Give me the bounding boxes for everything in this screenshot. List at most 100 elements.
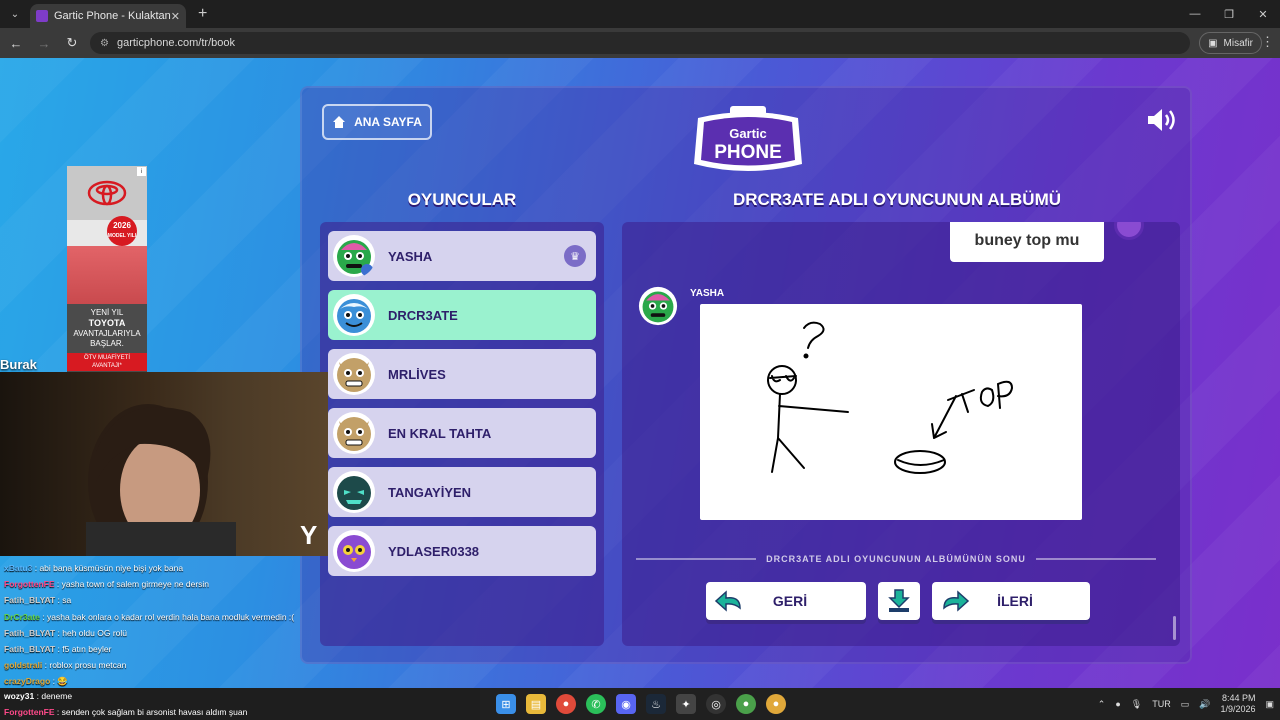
reload-button[interactable]: ↻ [60, 31, 84, 55]
player-row-drcr3ate[interactable]: DRCR3ATE [328, 290, 596, 340]
chat-user: xBatu3 [4, 563, 33, 573]
file-explorer-icon[interactable]: ▤ [526, 694, 546, 714]
player-row-ydlaser0338[interactable]: YDLASER0338 [328, 526, 596, 576]
obs-icon[interactable]: ◎ [706, 694, 726, 714]
chat-text: heh oldu OG rolü [62, 627, 127, 638]
windows-taskbar: ⊞ ▤ ● ✆ ◉ ♨ ✦ ◎ ● ● ⌃ ● 🎙 TUR ▭ 🔊 8:44 P… [480, 688, 1280, 720]
tab-search-button[interactable]: ⌄ [6, 5, 24, 23]
next-album-button[interactable]: İLERİ [932, 582, 1090, 620]
chat-text: senden çok sağlam bi arsonist havası ald… [61, 707, 248, 717]
taskbar-apps: ⊞ ▤ ● ✆ ◉ ♨ ✦ ◎ ● ● [496, 694, 786, 714]
ad-small-text: ÖTV MUAFİYETİ AVANTAJI* [67, 353, 147, 371]
whatsapp-icon[interactable]: ✆ [586, 694, 606, 714]
badge-year: 2026 [113, 221, 131, 230]
chat-message: ForgottenFE : yasha town of salem girmey… [4, 579, 210, 590]
back-album-button[interactable]: GERİ [706, 582, 866, 620]
chat-user: wozy31 [4, 691, 35, 701]
crown-icon: ♛ [564, 245, 586, 267]
profile-button[interactable]: ▣ Misafir [1199, 32, 1262, 54]
chat-message: xBatu3 : abi bana küsmüsün niye bişi yok… [4, 563, 184, 573]
download-icon [888, 589, 910, 612]
profile-label: Misafir [1223, 37, 1253, 49]
player-row-en-kral-tahta[interactable]: EN KRAL TAHTA [328, 408, 596, 458]
player-name: DRCR3ATE [388, 307, 458, 323]
album-panel[interactable]: buney top mu YASHA DRCR3ATE ADLI OYUNCUN… [622, 222, 1180, 646]
language-indicator[interactable]: TUR [1152, 699, 1171, 709]
notification-icon[interactable]: ▣ [1265, 699, 1274, 710]
address-bar[interactable]: ⚙ garticphone.com/tr/book [90, 32, 1190, 54]
chat-user: ForgottenFE [4, 707, 55, 717]
volume-icon[interactable]: 🔊 [1199, 699, 1210, 710]
minimize-button[interactable]: — [1178, 0, 1212, 28]
chat-text: f5 atın beyler [62, 644, 112, 655]
chat-text: roblox prosu metcan [49, 660, 127, 671]
logo-top-text: Gartic [729, 126, 767, 141]
next-album-label: İLERİ [997, 593, 1033, 609]
site-info-icon[interactable]: ⚙ [100, 38, 109, 49]
player-name: YASHA [388, 248, 433, 264]
ad-line4: BAŞLAR. [90, 339, 124, 348]
download-button[interactable] [878, 582, 920, 620]
toyota-ad[interactable]: 2026 MODEL YILI YENİ YIL TOYOTA AVANTAJLA… [67, 166, 147, 372]
player-row-yasha[interactable]: YASHA ♛ [328, 231, 596, 281]
forward-button[interactable]: → [32, 31, 56, 55]
chat-message: goldstrali : roblox prosu metcan [4, 660, 127, 671]
player-name: YDLASER0338 [388, 543, 480, 559]
toyota-logo-icon [67, 166, 147, 220]
player-avatar [333, 294, 375, 336]
start-icon[interactable]: ⊞ [496, 694, 516, 714]
players-list: YASHA ♛ DRCR3ATE MRLİVES EN KRAL TAHTA T… [320, 222, 604, 646]
new-tab-button[interactable]: + [198, 5, 207, 23]
tray-overflow-icon[interactable]: ⌃ [1098, 699, 1106, 710]
chrome-active-icon[interactable]: ● [766, 694, 786, 714]
player-avatar [333, 353, 375, 395]
model-year-badge: 2026 MODEL YILI [107, 216, 137, 246]
app-icon[interactable]: ✦ [676, 694, 696, 714]
restore-button[interactable]: ❐ [1212, 0, 1246, 28]
steam-icon[interactable]: ♨ [646, 694, 666, 714]
browser-tab-bar: ⌄ Gartic Phone - Kulaktan Kulağa ✕ + — ❐… [0, 0, 1280, 28]
badge-sub: MODEL YILI [107, 233, 137, 239]
ad-info-icon[interactable]: i [137, 167, 146, 176]
window-controls: — ❐ ✕ [1178, 0, 1280, 28]
clock[interactable]: 8:44 PM 1/9/2026 [1220, 693, 1255, 715]
next-arrow-icon [943, 590, 970, 612]
stream-chat-bottom: wozy31 : deneme ForgottenFE : senden çok… [0, 688, 480, 720]
chat-text: yasha bak onlara o kadar rol verdin hala… [47, 611, 295, 622]
discord-icon[interactable]: ◉ [616, 694, 636, 714]
guesser-avatar [1114, 222, 1144, 240]
chat-message: ForgottenFE : senden çok sağlam bi arson… [4, 707, 248, 717]
sound-icon[interactable] [1146, 106, 1178, 134]
webcam-feed [0, 372, 328, 556]
display-icon[interactable]: ▭ [1181, 699, 1190, 710]
chrome-profile-icon[interactable]: ● [736, 694, 756, 714]
chrome-icon[interactable]: ● [556, 694, 576, 714]
browser-tab[interactable]: Gartic Phone - Kulaktan Kulağa ✕ [30, 4, 186, 28]
ad-line1: YENİ YIL [90, 308, 124, 317]
back-button[interactable]: ← [4, 31, 28, 55]
drawer-avatar [638, 286, 678, 326]
chat-text: abi bana küsmüsün niye bişi yok bana [39, 563, 184, 573]
profile-icon: ▣ [1208, 37, 1218, 49]
chat-user: crazyDrago [4, 676, 51, 687]
streamer-silhouette [86, 404, 236, 556]
album-heading: DRCR3ATE ADLI OYUNCUNUN ALBÜMÜ [732, 190, 1062, 209]
chat-message: DrCr3ate : yasha bak onlara o kadar rol … [4, 611, 295, 622]
player-avatar [333, 412, 375, 454]
chat-user: DrCr3ate [4, 611, 40, 622]
close-window-button[interactable]: ✕ [1246, 0, 1280, 28]
back-album-label: GERİ [772, 593, 808, 609]
album-scrollbar[interactable] [1173, 616, 1176, 640]
tray-app-icon[interactable]: ● [1115, 699, 1120, 709]
drawing-canvas [700, 304, 1082, 520]
browser-menu-icon[interactable]: ⋮ [1261, 34, 1274, 50]
microphone-icon[interactable]: 🎙 [1131, 699, 1142, 710]
clock-date: 1/9/2026 [1220, 704, 1256, 714]
player-name: MRLİVES [388, 366, 446, 382]
player-row-mrlives[interactable]: MRLİVES [328, 349, 596, 399]
home-button[interactable]: ANA SAYFA [322, 104, 432, 140]
guess-bubble: buney top mu [950, 222, 1104, 262]
player-avatar [333, 471, 375, 513]
player-row-tangayiyen[interactable]: TANGAYİYEN [328, 467, 596, 517]
close-tab-icon[interactable]: ✕ [171, 10, 180, 23]
